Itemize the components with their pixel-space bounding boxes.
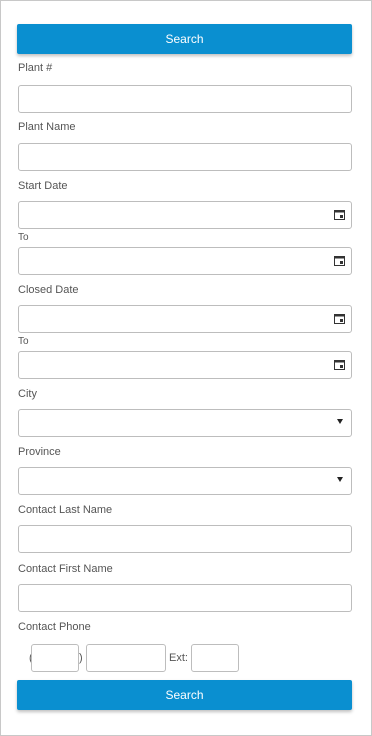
start-date-to-label: To (18, 232, 29, 243)
phone-ext-label: Ext: (169, 652, 188, 664)
contact-last-name-input[interactable] (18, 525, 352, 553)
calendar-icon[interactable] (334, 359, 345, 370)
closed-date-label: Closed Date (18, 284, 79, 296)
contact-phone-label: Contact Phone (18, 621, 91, 633)
calendar-icon[interactable] (334, 313, 345, 324)
start-date-from-input[interactable] (18, 201, 352, 229)
search-button-top[interactable]: Search (17, 24, 352, 54)
closed-date-to-label: To (18, 336, 29, 347)
province-select[interactable] (18, 467, 352, 495)
phone-area-code-input[interactable] (31, 644, 79, 672)
city-label: City (18, 388, 37, 400)
phone-close-paren: ) (79, 652, 83, 664)
plant-name-label: Plant Name (18, 121, 76, 133)
calendar-icon[interactable] (334, 255, 345, 266)
start-date-to-input[interactable] (18, 247, 352, 275)
phone-ext-input[interactable] (191, 644, 239, 672)
phone-number-input[interactable] (86, 644, 166, 672)
calendar-icon[interactable] (334, 209, 345, 220)
closed-date-to-input[interactable] (18, 351, 352, 379)
plant-name-input[interactable] (18, 143, 352, 171)
contact-first-name-input[interactable] (18, 584, 352, 612)
plant-number-input[interactable] (18, 85, 352, 113)
province-label: Province (18, 446, 61, 458)
search-button-bottom[interactable]: Search (17, 680, 352, 710)
start-date-label: Start Date (18, 180, 68, 192)
contact-first-name-label: Contact First Name (18, 563, 113, 575)
closed-date-from-input[interactable] (18, 305, 352, 333)
plant-number-label: Plant # (18, 62, 53, 74)
caret-down-icon (337, 419, 343, 424)
caret-down-icon (337, 477, 343, 482)
city-select[interactable] (18, 409, 352, 437)
contact-last-name-label: Contact Last Name (18, 504, 113, 516)
